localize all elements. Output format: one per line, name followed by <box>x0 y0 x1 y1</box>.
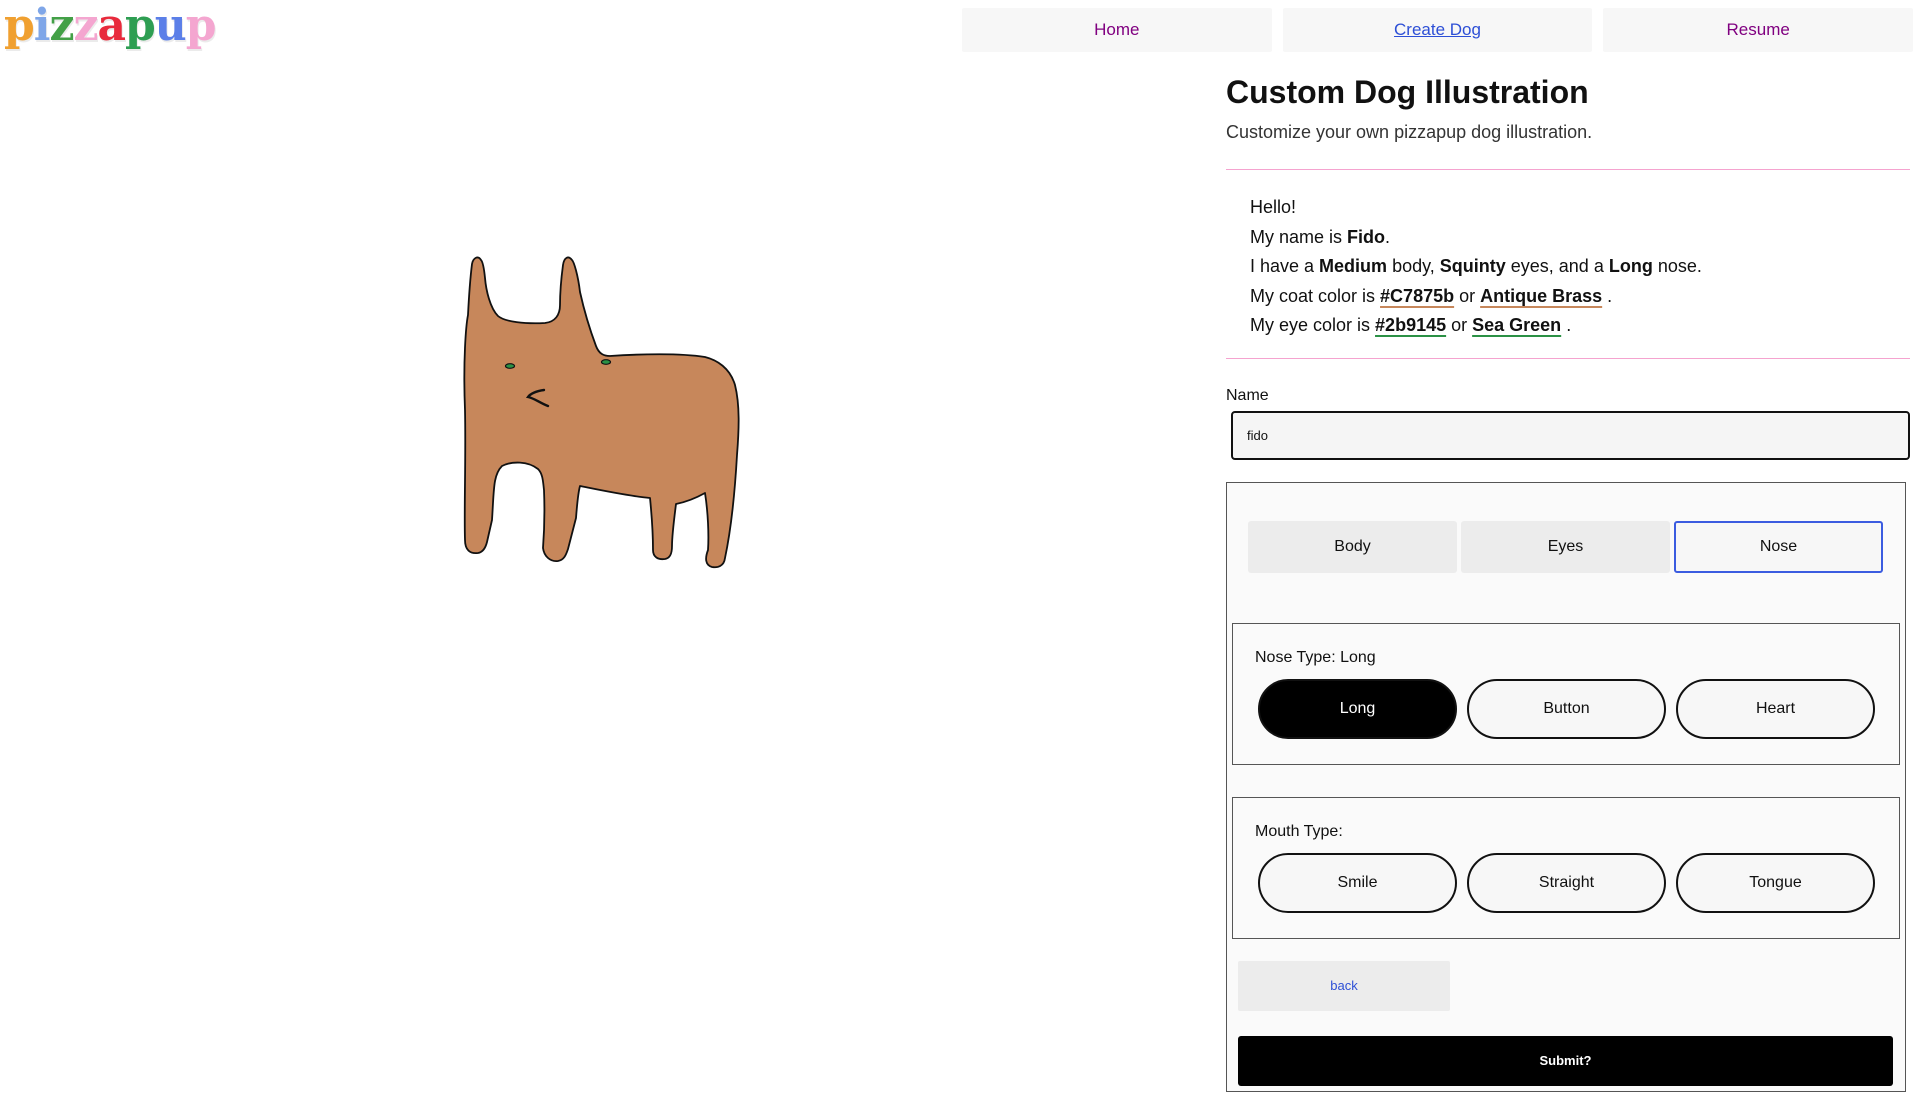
nose-type-group: Nose Type: Long Long Button Heart <box>1232 622 1900 765</box>
name-input[interactable] <box>1231 410 1910 460</box>
pizzapup-logo[interactable]: pizzapup <box>4 0 217 51</box>
dog-summary: Hello! My name is Fido. I have a Medium … <box>1226 170 1910 358</box>
dog-name: Fido <box>1347 226 1386 247</box>
dog-right-eye <box>600 359 612 365</box>
mouth-type-label: Mouth Type: <box>1255 822 1343 840</box>
nose-option-long[interactable]: Long <box>1258 678 1457 739</box>
feature-tabs: Body Eyes Nose <box>1248 520 1883 573</box>
coat-name-link[interactable]: Antique Brass <box>1480 286 1602 306</box>
name-label: Name <box>1226 386 1269 404</box>
name-line: My name is Fido. <box>1250 226 1391 247</box>
nose-option-heart[interactable]: Heart <box>1676 678 1875 739</box>
tab-nose[interactable]: Nose <box>1674 520 1883 573</box>
customize-form: Body Eyes Nose Nose Type: Long Long Butt… <box>1226 481 1906 1092</box>
logo-letter: p <box>125 0 156 51</box>
nav-home-link[interactable]: Home <box>962 8 1272 52</box>
customizer-panel: Custom Dog Illustration Customize your o… <box>1226 72 1910 1092</box>
coat-hex-link[interactable]: #C7875b <box>1380 286 1454 306</box>
logo-letter: a <box>97 0 125 51</box>
top-nav: Home Create Dog Resume <box>962 8 1914 52</box>
eye-color-line: My eye color is #2b9145 or Sea Green . <box>1250 315 1572 335</box>
dog-left-eye <box>504 363 516 369</box>
logo-letter: z <box>73 0 98 51</box>
nav-create-dog-link[interactable]: Create Dog <box>1282 8 1593 52</box>
nose-type-label: Nose Type: Long <box>1255 648 1376 666</box>
nose-options: Long Button Heart <box>1258 678 1875 739</box>
back-button[interactable]: back <box>1238 960 1450 1011</box>
mouth-option-smile[interactable]: Smile <box>1258 852 1457 913</box>
hello-text: Hello! <box>1250 197 1297 217</box>
logo-letter: p <box>185 0 217 51</box>
dog-body <box>463 256 740 569</box>
mouth-type-group: Mouth Type: Smile Straight Tongue <box>1232 796 1900 939</box>
eyes-trait: Squinty <box>1439 256 1506 276</box>
body-trait: Medium <box>1319 256 1388 276</box>
nose-trait: Long <box>1608 256 1653 276</box>
traits-line: I have a Medium body, Squinty eyes, and … <box>1250 256 1702 276</box>
page-subtitle: Customize your own pizzapup dog illustra… <box>1226 122 1593 142</box>
mouth-options: Smile Straight Tongue <box>1258 852 1875 913</box>
dog-illustration <box>460 250 820 640</box>
coat-color-line: My coat color is #C7875b or Antique Bras… <box>1250 285 1613 306</box>
submit-button[interactable]: Submit? <box>1238 1035 1893 1086</box>
logo-letter: z <box>49 0 74 51</box>
nose-option-button[interactable]: Button <box>1467 678 1666 739</box>
tab-eyes[interactable]: Eyes <box>1461 520 1670 573</box>
page-title: Custom Dog Illustration <box>1226 74 1589 110</box>
divider <box>1226 357 1910 359</box>
logo-letter: u <box>154 0 187 51</box>
nav-resume-link[interactable]: Resume <box>1603 8 1914 52</box>
tab-body[interactable]: Body <box>1248 520 1457 573</box>
mouth-option-tongue[interactable]: Tongue <box>1676 852 1875 913</box>
logo-letter: p <box>4 0 35 51</box>
eye-hex-link[interactable]: #2b9145 <box>1375 315 1446 335</box>
mouth-option-straight[interactable]: Straight <box>1467 852 1666 913</box>
logo-letter: i <box>33 0 51 51</box>
eye-name-link[interactable]: Sea Green <box>1472 315 1561 335</box>
dog-svg <box>463 256 740 569</box>
